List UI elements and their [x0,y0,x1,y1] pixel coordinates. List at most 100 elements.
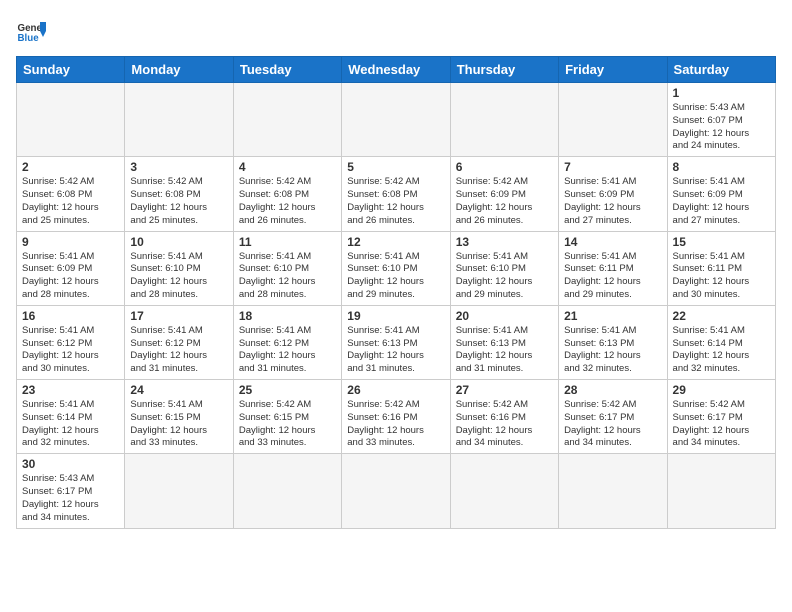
week-row-5: 23 Sunrise: 5:41 AM Sunset: 6:14 PM Dayli… [17,380,776,454]
day-info: Sunrise: 5:41 AM Sunset: 6:10 PM Dayligh… [456,251,553,302]
day-number: 26 [347,383,444,397]
header: General Blue [16,16,776,46]
weekday-thursday: Thursday [450,57,558,83]
day-info: Sunrise: 5:41 AM Sunset: 6:15 PM Dayligh… [130,399,227,450]
day-number: 12 [347,235,444,249]
day-info: Sunrise: 5:41 AM Sunset: 6:12 PM Dayligh… [239,325,336,376]
day-info: Sunrise: 5:42 AM Sunset: 6:08 PM Dayligh… [239,176,336,227]
day-info: Sunrise: 5:41 AM Sunset: 6:09 PM Dayligh… [564,176,661,227]
day-number: 11 [239,235,336,249]
day-info: Sunrise: 5:42 AM Sunset: 6:17 PM Dayligh… [673,399,770,450]
calendar-cell: 29 Sunrise: 5:42 AM Sunset: 6:17 PM Dayli… [667,380,775,454]
day-number: 22 [673,309,770,323]
day-number: 16 [22,309,119,323]
calendar-cell [17,83,125,157]
day-info: Sunrise: 5:42 AM Sunset: 6:15 PM Dayligh… [239,399,336,450]
calendar-cell: 21 Sunrise: 5:41 AM Sunset: 6:13 PM Dayli… [559,305,667,379]
day-number: 8 [673,160,770,174]
calendar-cell: 22 Sunrise: 5:41 AM Sunset: 6:14 PM Dayli… [667,305,775,379]
day-info: Sunrise: 5:41 AM Sunset: 6:12 PM Dayligh… [22,325,119,376]
calendar-cell [233,83,341,157]
day-number: 13 [456,235,553,249]
day-info: Sunrise: 5:41 AM Sunset: 6:10 PM Dayligh… [130,251,227,302]
calendar-cell: 19 Sunrise: 5:41 AM Sunset: 6:13 PM Dayli… [342,305,450,379]
day-number: 28 [564,383,661,397]
calendar-cell [233,454,341,528]
week-row-1: 1Sunrise: 5:43 AM Sunset: 6:07 PM Daylig… [17,83,776,157]
weekday-wednesday: Wednesday [342,57,450,83]
weekday-monday: Monday [125,57,233,83]
calendar-cell: 18Sunrise: 5:41 AM Sunset: 6:12 PM Dayli… [233,305,341,379]
weekday-saturday: Saturday [667,57,775,83]
week-row-3: 9 Sunrise: 5:41 AM Sunset: 6:09 PM Daylig… [17,231,776,305]
calendar-cell: 8 Sunrise: 5:41 AM Sunset: 6:09 PM Daylig… [667,157,775,231]
calendar-cell: 13 Sunrise: 5:41 AM Sunset: 6:10 PM Dayli… [450,231,558,305]
day-info: Sunrise: 5:43 AM Sunset: 6:17 PM Dayligh… [22,473,119,524]
calendar-cell: 9 Sunrise: 5:41 AM Sunset: 6:09 PM Daylig… [17,231,125,305]
day-number: 21 [564,309,661,323]
day-number: 7 [564,160,661,174]
day-info: Sunrise: 5:41 AM Sunset: 6:11 PM Dayligh… [673,251,770,302]
day-info: Sunrise: 5:41 AM Sunset: 6:13 PM Dayligh… [347,325,444,376]
calendar-cell: 14 Sunrise: 5:41 AM Sunset: 6:11 PM Dayli… [559,231,667,305]
week-row-6: 30 Sunrise: 5:43 AM Sunset: 6:17 PM Dayli… [17,454,776,528]
day-number: 25 [239,383,336,397]
weekday-sunday: Sunday [17,57,125,83]
day-number: 14 [564,235,661,249]
calendar-cell [559,83,667,157]
day-info: Sunrise: 5:41 AM Sunset: 6:12 PM Dayligh… [130,325,227,376]
calendar-cell [342,454,450,528]
weekday-friday: Friday [559,57,667,83]
calendar-cell: 16 Sunrise: 5:41 AM Sunset: 6:12 PM Dayli… [17,305,125,379]
day-number: 29 [673,383,770,397]
calendar-cell: 6Sunrise: 5:42 AM Sunset: 6:09 PM Daylig… [450,157,558,231]
day-info: Sunrise: 5:42 AM Sunset: 6:08 PM Dayligh… [22,176,119,227]
weekday-header-row: SundayMondayTuesdayWednesdayThursdayFrid… [17,57,776,83]
logo: General Blue [16,16,50,46]
day-info: Sunrise: 5:42 AM Sunset: 6:08 PM Dayligh… [347,176,444,227]
calendar-cell: 5 Sunrise: 5:42 AM Sunset: 6:08 PM Daylig… [342,157,450,231]
week-row-4: 16 Sunrise: 5:41 AM Sunset: 6:12 PM Dayli… [17,305,776,379]
day-number: 1 [673,86,770,100]
calendar-cell: 3 Sunrise: 5:42 AM Sunset: 6:08 PM Daylig… [125,157,233,231]
day-number: 15 [673,235,770,249]
day-info: Sunrise: 5:41 AM Sunset: 6:13 PM Dayligh… [564,325,661,376]
day-number: 24 [130,383,227,397]
calendar-cell [450,454,558,528]
day-number: 30 [22,457,119,471]
day-number: 20 [456,309,553,323]
day-info: Sunrise: 5:41 AM Sunset: 6:14 PM Dayligh… [22,399,119,450]
day-info: Sunrise: 5:41 AM Sunset: 6:10 PM Dayligh… [347,251,444,302]
day-number: 3 [130,160,227,174]
calendar-cell: 20Sunrise: 5:41 AM Sunset: 6:13 PM Dayli… [450,305,558,379]
logo-icon: General Blue [16,16,46,46]
calendar-cell: 17Sunrise: 5:41 AM Sunset: 6:12 PM Dayli… [125,305,233,379]
day-number: 19 [347,309,444,323]
day-number: 23 [22,383,119,397]
day-info: Sunrise: 5:41 AM Sunset: 6:09 PM Dayligh… [22,251,119,302]
calendar-cell [125,83,233,157]
day-number: 5 [347,160,444,174]
calendar-cell: 26 Sunrise: 5:42 AM Sunset: 6:16 PM Dayli… [342,380,450,454]
calendar-cell [125,454,233,528]
calendar-cell: 2Sunrise: 5:42 AM Sunset: 6:08 PM Daylig… [17,157,125,231]
page: General Blue SundayMondayTuesdayWednesda… [0,0,792,612]
calendar-cell: 23 Sunrise: 5:41 AM Sunset: 6:14 PM Dayli… [17,380,125,454]
day-number: 4 [239,160,336,174]
calendar-cell: 12 Sunrise: 5:41 AM Sunset: 6:10 PM Dayli… [342,231,450,305]
calendar-cell: 10Sunrise: 5:41 AM Sunset: 6:10 PM Dayli… [125,231,233,305]
day-info: Sunrise: 5:41 AM Sunset: 6:09 PM Dayligh… [673,176,770,227]
calendar-cell [559,454,667,528]
day-info: Sunrise: 5:41 AM Sunset: 6:11 PM Dayligh… [564,251,661,302]
week-row-2: 2Sunrise: 5:42 AM Sunset: 6:08 PM Daylig… [17,157,776,231]
day-info: Sunrise: 5:42 AM Sunset: 6:16 PM Dayligh… [347,399,444,450]
day-number: 9 [22,235,119,249]
calendar-cell: 28Sunrise: 5:42 AM Sunset: 6:17 PM Dayli… [559,380,667,454]
day-info: Sunrise: 5:42 AM Sunset: 6:08 PM Dayligh… [130,176,227,227]
calendar-cell: 24 Sunrise: 5:41 AM Sunset: 6:15 PM Dayli… [125,380,233,454]
day-number: 27 [456,383,553,397]
day-info: Sunrise: 5:42 AM Sunset: 6:09 PM Dayligh… [456,176,553,227]
calendar-cell: 25 Sunrise: 5:42 AM Sunset: 6:15 PM Dayli… [233,380,341,454]
day-info: Sunrise: 5:41 AM Sunset: 6:14 PM Dayligh… [673,325,770,376]
calendar-cell: 27Sunrise: 5:42 AM Sunset: 6:16 PM Dayli… [450,380,558,454]
